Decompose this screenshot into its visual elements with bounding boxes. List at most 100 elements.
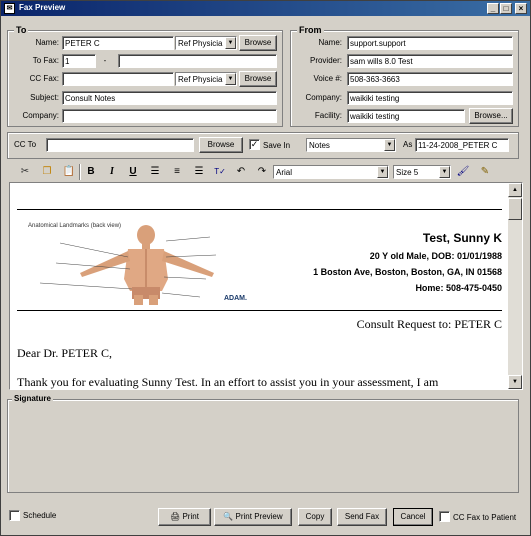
signature-title: Signature xyxy=(12,394,53,403)
print-label: Print xyxy=(182,512,199,521)
letter-body: Thank you for evaluating Sunny Test. In … xyxy=(17,375,439,389)
tofax-number-input[interactable] xyxy=(118,54,277,68)
redo-icon[interactable]: ↷ xyxy=(254,164,270,180)
patient-demographics: 20 Y old Male, DOB: 01/01/1988 xyxy=(369,251,502,261)
ccfax-input[interactable] xyxy=(62,72,174,86)
maximize-button[interactable]: □ xyxy=(500,3,512,14)
size-select[interactable]: Size 5 ▼ xyxy=(393,165,451,179)
paste-icon[interactable]: 📋 xyxy=(61,164,77,180)
to-group-title: To xyxy=(14,25,29,35)
save-in-checkbox[interactable]: ✓ xyxy=(249,139,260,150)
toolbar-separator xyxy=(79,164,81,180)
send-fax-button[interactable]: Send Fax xyxy=(337,508,387,526)
as-input[interactable]: 11-24-2008_PETER C xyxy=(415,138,509,152)
anatomy-image: Anatomical Landmarks (back view) ADAM. xyxy=(20,221,270,305)
header-rule xyxy=(17,209,502,210)
edit-icon[interactable]: ✎ xyxy=(477,164,493,180)
provider-input[interactable]: sam wills 8.0 Test xyxy=(347,54,513,68)
print-button[interactable]: 🖨 Print xyxy=(158,508,211,526)
ccto-label: CC To xyxy=(14,140,37,149)
ccfax-label: CC Fax: xyxy=(29,74,59,83)
cc-type-value: Ref Physicia xyxy=(178,75,223,84)
chevron-down-icon: ▼ xyxy=(377,166,388,178)
to-company-label: Company: xyxy=(22,111,59,120)
patient-name: Test, Sunny K xyxy=(422,231,502,245)
cc-fax-patient-label: CC Fax to Patient xyxy=(453,513,517,522)
tofax-area-input[interactable]: 1 xyxy=(62,54,96,68)
bold-icon[interactable]: B xyxy=(83,164,99,180)
to-name-input[interactable]: PETER C xyxy=(62,36,174,50)
ccto-browse-button[interactable]: Browse xyxy=(199,137,243,153)
facility-browse-button[interactable]: Browse... xyxy=(469,108,513,124)
schedule-label: Schedule xyxy=(23,511,57,520)
to-type-value: Ref Physicia xyxy=(178,39,223,48)
document-editor[interactable]: Anatomical Landmarks (back view) ADAM. T… xyxy=(9,182,523,390)
as-label: As xyxy=(403,140,413,149)
to-type-select[interactable]: Ref Physicia ▼ xyxy=(175,36,237,50)
provider-label: Provider: xyxy=(309,56,342,65)
undo-icon[interactable]: ↶ xyxy=(233,164,249,180)
adam-logo: ADAM. xyxy=(224,295,247,302)
close-button[interactable]: × xyxy=(515,3,527,14)
save-in-value: Notes xyxy=(309,141,330,150)
align-center-icon[interactable]: ≡ xyxy=(169,164,185,180)
brush-icon[interactable]: 🖌 xyxy=(455,164,471,180)
cc-browse-button[interactable]: Browse xyxy=(239,71,277,87)
save-in-select[interactable]: Notes ▼ xyxy=(306,138,396,152)
from-name-input[interactable]: support.support xyxy=(347,36,513,50)
copy-icon[interactable]: ❐ xyxy=(39,164,55,180)
from-company-input[interactable]: waikiki testing xyxy=(347,91,513,105)
print-preview-label: Print Preview xyxy=(235,512,283,521)
to-browse-button[interactable]: Browse xyxy=(239,35,277,51)
header-bottom-rule xyxy=(17,310,502,311)
patient-header: Test, Sunny K 20 Y old Male, DOB: 01/01/… xyxy=(313,231,502,293)
fax-preview-window: ✉ Fax Preview _ □ × To Name: PETER C Ref… xyxy=(0,0,531,536)
facility-input[interactable]: waikiki testing xyxy=(347,109,465,123)
from-name-label: Name: xyxy=(318,38,342,47)
consult-request: Consult Request to: PETER C xyxy=(356,317,502,331)
print-preview-button[interactable]: 🔍 Print Preview xyxy=(214,508,292,526)
title-bar: ✉ Fax Preview _ □ × xyxy=(1,1,530,16)
save-in-label: Save In xyxy=(263,141,291,150)
preview-icon: 🔍 xyxy=(223,512,236,521)
scroll-up-icon[interactable]: ▲ xyxy=(508,183,522,197)
patient-address: 1 Boston Ave, Boston, Boston, GA, IN 015… xyxy=(313,267,502,277)
font-select[interactable]: Arial ▼ xyxy=(273,165,389,179)
ccto-input[interactable] xyxy=(46,138,194,152)
signature-group[interactable]: Signature xyxy=(7,394,519,493)
greeting: Dear Dr. PETER C, xyxy=(17,346,112,360)
window-title: Fax Preview xyxy=(19,3,66,12)
align-left-icon[interactable]: ☰ xyxy=(147,164,163,180)
tofax-label: To Fax: xyxy=(32,56,59,65)
cut-icon[interactable]: ✂ xyxy=(17,164,33,180)
subject-label: Subject: xyxy=(30,93,59,102)
voice-input[interactable]: 508-363-3663 xyxy=(347,72,513,86)
font-value: Arial xyxy=(276,168,293,177)
spell-check-icon[interactable]: T✓ xyxy=(212,164,228,180)
to-company-input[interactable] xyxy=(62,109,277,123)
to-name-label: Name: xyxy=(35,38,59,47)
anatomy-figure xyxy=(39,225,217,305)
from-group-title: From xyxy=(297,25,324,35)
cc-fax-patient-checkbox[interactable] xyxy=(439,511,450,522)
printer-icon: 🖨 xyxy=(170,512,183,521)
align-right-icon[interactable]: ☰ xyxy=(191,164,207,180)
schedule-checkbox[interactable] xyxy=(9,510,20,521)
scroll-thumb[interactable] xyxy=(508,198,522,220)
from-company-label: Company: xyxy=(305,93,342,102)
chevron-down-icon: ▼ xyxy=(439,166,450,178)
chevron-down-icon: ▼ xyxy=(225,73,236,85)
chevron-down-icon: ▼ xyxy=(225,37,236,49)
italic-icon[interactable]: I xyxy=(104,164,120,180)
scroll-down-icon[interactable]: ▼ xyxy=(508,375,522,389)
subject-input[interactable]: Consult Notes xyxy=(62,91,277,105)
minimize-button[interactable]: _ xyxy=(487,3,499,14)
document-scrollbar[interactable]: ▲ ▼ xyxy=(508,183,522,389)
cancel-button[interactable]: Cancel xyxy=(393,508,433,526)
tofax-dash: - xyxy=(103,56,107,65)
copy-button[interactable]: Copy xyxy=(298,508,332,526)
cc-type-select[interactable]: Ref Physicia ▼ xyxy=(175,72,237,86)
chevron-down-icon: ▼ xyxy=(384,139,395,151)
facility-label: Facility: xyxy=(314,111,342,120)
underline-icon[interactable]: U xyxy=(125,164,141,180)
